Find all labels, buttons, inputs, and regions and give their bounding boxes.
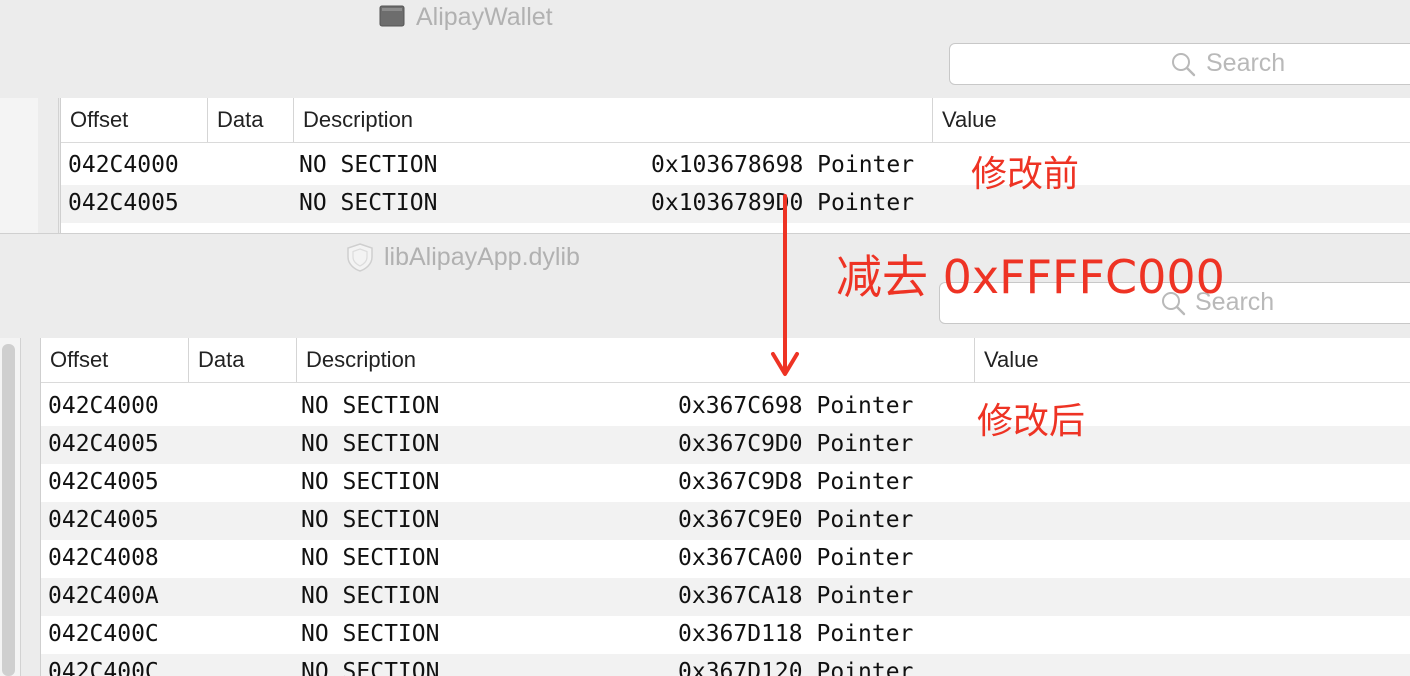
cell-value: 0x367C9D8 Pointer — [678, 469, 914, 495]
cell-description: NO SECTION — [301, 507, 440, 533]
data-table: Offset Data Description Value 042C4000 N… — [40, 338, 1410, 676]
cell-description: NO SECTION — [301, 469, 440, 495]
column-header-offset[interactable]: Offset — [41, 338, 188, 382]
cell-value: 0x367D120 Pointer — [678, 659, 914, 676]
window-title: AlipayWallet — [416, 3, 553, 31]
window-title: libAlipayApp.dylib — [384, 243, 580, 271]
table-row[interactable]: 042C4005 NO SECTION 0x367C9E0 Pointer — [41, 502, 1410, 540]
cell-value: 0x367C698 Pointer — [678, 393, 914, 419]
cell-offset: 042C4000 — [68, 152, 179, 178]
cell-value: 0x367CA18 Pointer — [678, 583, 914, 609]
table-row[interactable]: 042C4000 NO SECTION 0x103678698 Pointer — [61, 147, 1410, 185]
sidebar-panel — [0, 98, 39, 234]
annotation-before: 修改前 — [971, 154, 1080, 195]
cell-offset: 042C400C — [48, 659, 159, 676]
cell-offset: 042C400C — [48, 621, 159, 647]
cell-description: NO SECTION — [301, 545, 440, 571]
sidebar-scrollbar[interactable] — [2, 344, 15, 676]
window-alipaywallet: AlipayWallet Search Offset Data Descript… — [0, 0, 1410, 234]
annotation-after: 修改后 — [977, 401, 1086, 442]
cell-offset: 042C4005 — [48, 431, 159, 457]
column-header-offset[interactable]: Offset — [61, 98, 207, 142]
table-header: Offset Data Description Value — [41, 338, 1410, 383]
cell-description: NO SECTION — [301, 659, 440, 676]
cell-offset: 042C4000 — [48, 393, 159, 419]
cell-offset: 042C4005 — [48, 507, 159, 533]
table-row[interactable]: 042C4000 NO SECTION 0x367C698 Pointer — [41, 388, 1410, 426]
cell-value: 0x367CA00 Pointer — [678, 545, 914, 571]
cell-value: 0x103678698 Pointer — [651, 152, 915, 178]
search-icon — [1172, 53, 1196, 77]
table-row[interactable]: 042C400A NO SECTION 0x367CA18 Pointer — [41, 578, 1410, 616]
cell-offset: 042C4005 — [68, 190, 179, 216]
cell-description: NO SECTION — [299, 190, 438, 216]
table-row[interactable]: 042C400C NO SECTION 0x367D118 Pointer — [41, 616, 1410, 654]
column-header-value[interactable]: Value — [932, 98, 1410, 142]
column-header-data[interactable]: Data — [207, 98, 293, 142]
column-header-data[interactable]: Data — [188, 338, 296, 382]
table-rows: 042C4000 NO SECTION 0x367C698 Pointer 04… — [41, 388, 1410, 676]
cell-offset: 042C400A — [48, 583, 159, 609]
cell-offset: 042C4008 — [48, 545, 159, 571]
column-header-description[interactable]: Description — [296, 338, 974, 382]
sidebar-divider — [38, 98, 59, 234]
table-row[interactable]: 042C4005 NO SECTION 0x367C9D8 Pointer — [41, 464, 1410, 502]
binary-document-icon — [379, 5, 405, 27]
data-table: Offset Data Description Value 042C4000 N… — [60, 98, 1410, 234]
cell-value: 0x367C9D0 Pointer — [678, 431, 914, 457]
cell-value: 0x367C9E0 Pointer — [678, 507, 914, 533]
cell-description: NO SECTION — [301, 583, 440, 609]
column-header-value[interactable]: Value — [974, 338, 1410, 382]
table-row[interactable]: 042C4005 NO SECTION 0x367C9D0 Pointer — [41, 426, 1410, 464]
table-header: Offset Data Description Value — [61, 98, 1410, 143]
search-placeholder: Search — [1206, 49, 1286, 77]
table-rows: 042C4000 NO SECTION 0x103678698 Pointer … — [61, 147, 1410, 234]
cell-description: NO SECTION — [301, 621, 440, 647]
cell-value: 0x367D118 Pointer — [678, 621, 914, 647]
search-field[interactable]: Search — [949, 43, 1410, 85]
table-row[interactable]: 042C4005 NO SECTION 0x1036789D0 Pointer — [61, 185, 1410, 223]
cell-description: NO SECTION — [301, 393, 440, 419]
cell-value: 0x1036789D0 Pointer — [651, 190, 915, 216]
table-row[interactable]: 042C4008 NO SECTION 0x367CA00 Pointer — [41, 540, 1410, 578]
cell-description: NO SECTION — [299, 152, 438, 178]
cell-description: NO SECTION — [301, 431, 440, 457]
cell-offset: 042C4005 — [48, 469, 159, 495]
column-header-description[interactable]: Description — [293, 98, 932, 142]
table-row[interactable]: 042C400C NO SECTION 0x367D120 Pointer — [41, 654, 1410, 676]
shield-document-icon — [347, 243, 373, 272]
annotation-subtract: 减去 0xFFFFC000 — [836, 250, 1225, 304]
